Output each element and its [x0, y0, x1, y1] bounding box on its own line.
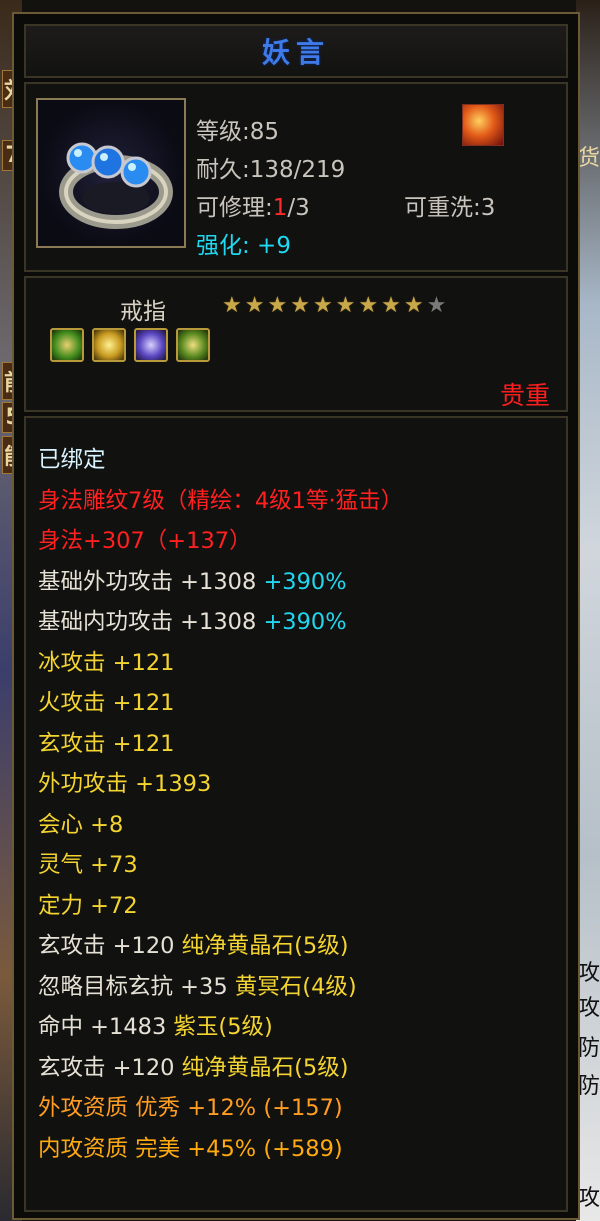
fire-attack-line: 火攻击 +121: [38, 690, 175, 716]
gem-line-3: 命中 +1483 紫玉(5级): [38, 1014, 273, 1040]
agility-line: 身法+307（+137）: [38, 528, 252, 554]
tooltip-title-bar: 妖言: [24, 24, 568, 78]
item-enhance: 强化: +9: [196, 233, 291, 259]
gem-line-2: 忽略目标玄抗 +35 黄冥石(4级): [38, 973, 357, 1000]
star-icon: ★: [267, 293, 288, 318]
item-header-section: 等级:85 耐久:138/219 可修理:1/3 可重洗:3 强化: +9: [24, 82, 568, 272]
star-rating: ★ ★ ★ ★ ★ ★ ★ ★ ★ ★: [222, 294, 446, 318]
attributes-list: 已绑定 身法雕纹7级（精绘：4级1等·猛击） 身法+307（+137） 基础外功…: [38, 440, 558, 1169]
ring-icon: [36, 98, 186, 248]
background-right-label-2: 攻: [578, 961, 600, 986]
bound-status: 已绑定: [38, 447, 106, 473]
inner-aptitude-line: 内攻资质 完美 +45% (+589): [38, 1135, 343, 1162]
star-icon: ★: [358, 293, 379, 318]
background-right-label-5: 防: [578, 1074, 600, 1099]
base-outer-attack-line: 基础外功攻击 +1308 +390%: [38, 568, 347, 595]
star-icon: ★: [244, 293, 265, 318]
star-icon: ★: [335, 293, 356, 318]
item-level: 等级:85: [196, 119, 280, 145]
base-inner-attack-line: 基础内功攻击 +1308 +390%: [38, 609, 347, 635]
background-right-label-6: 攻: [578, 1186, 600, 1211]
focus-line: 定力 +72: [38, 892, 138, 919]
yellow-gem-icon[interactable]: [92, 328, 126, 362]
purple-gem-icon[interactable]: [134, 328, 168, 362]
star-icon: ★: [222, 293, 242, 318]
background-right-label-4: 防: [578, 1036, 600, 1061]
star-empty-icon: ★: [426, 293, 447, 318]
item-name: 妖言: [261, 36, 330, 69]
yellow-green-gem-icon[interactable]: [50, 328, 84, 362]
gem-line-1: 玄攻击 +120 纯净黄晶石(5级): [38, 933, 349, 959]
fire-icon: [462, 104, 504, 146]
xuan-attack-line: 玄攻击 +121: [38, 730, 175, 757]
item-repairable: 可修理:1/3: [196, 195, 310, 221]
star-icon: ★: [290, 293, 310, 318]
item-durability: 耐久:138/219: [196, 157, 346, 183]
gem-slots: [50, 328, 210, 362]
item-rewash: 可重洗:3: [404, 195, 496, 221]
spirit-line: 灵气 +73: [38, 852, 138, 878]
outer-aptitude-line: 外攻资质 优秀 +12% (+157): [38, 1095, 343, 1121]
star-icon: ★: [312, 293, 333, 318]
attributes-section: 已绑定 身法雕纹7级（精绘：4级1等·猛击） 身法+307（+137） 基础外功…: [24, 416, 568, 1212]
engrave-line: 身法雕纹7级（精绘：4级1等·猛击）: [38, 487, 404, 514]
star-icon: ★: [381, 293, 401, 318]
ice-attack-line: 冰攻击 +121: [38, 649, 175, 676]
green-gem-icon[interactable]: [176, 328, 210, 362]
item-type-section: 戒指 ★ ★ ★ ★ ★ ★ ★ ★ ★ ★ 贵重: [24, 276, 568, 412]
crit-line: 会心 +8: [38, 811, 124, 838]
outer-attack-line: 外功攻击 +1393: [38, 771, 212, 797]
item-type: 戒指: [120, 299, 166, 325]
background-right-label-1: 货: [578, 146, 600, 171]
background-right-label-3: 攻: [578, 996, 600, 1021]
gem-line-4: 玄攻击 +120 纯净黄晶石(5级): [38, 1054, 349, 1081]
star-icon: ★: [403, 293, 424, 318]
item-tooltip: 妖言 等级:85 耐久:138/219 可修理:1/3 可重洗:3 强化: +9…: [12, 12, 580, 1220]
precious-label: 贵重: [499, 381, 550, 410]
